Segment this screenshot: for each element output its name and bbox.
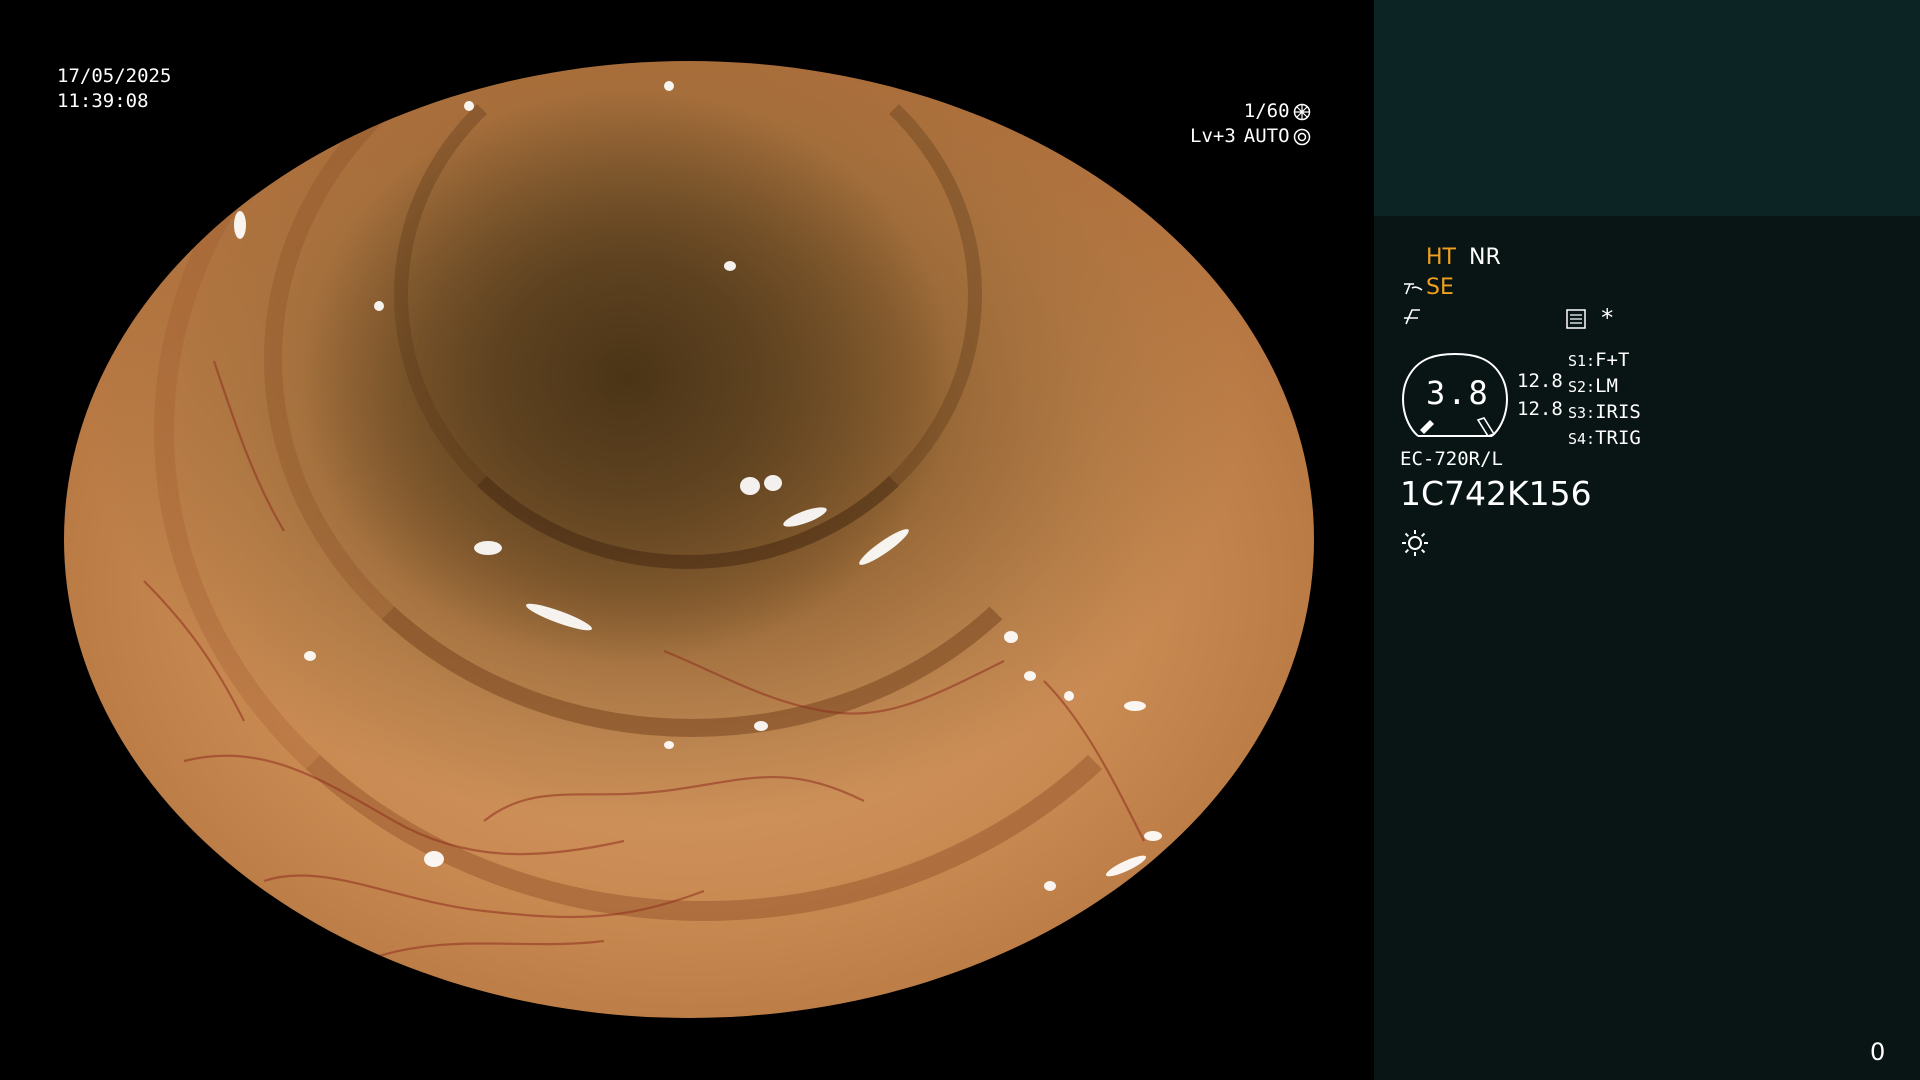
scope-model: EC-720R/L — [1400, 448, 1503, 470]
specular-highlight — [1064, 921, 1078, 931]
iris-icon — [1293, 128, 1310, 145]
specular-highlight — [724, 261, 736, 271]
specular-highlight — [764, 475, 782, 491]
specular-highlight — [1144, 831, 1162, 841]
specular-highlight — [664, 741, 674, 749]
specular-highlight — [1124, 701, 1146, 711]
endoscopic-view — [64, 61, 1314, 1018]
time-text: 11:39:08 — [57, 90, 149, 112]
specular-highlight — [304, 651, 316, 661]
frame-counter: 0 — [1870, 1038, 1886, 1066]
star-label: * — [1600, 304, 1615, 332]
vascular-pattern — [143, 360, 1145, 963]
level-text: Lv+3 — [1190, 125, 1236, 147]
switch-s1: S1:F+T — [1568, 349, 1630, 371]
scope-serial: 1C742K156 — [1400, 474, 1592, 513]
specular-highlight — [374, 301, 384, 311]
date-time-display: 17/05/2025 11:39:08 — [57, 64, 171, 114]
specular-highlight — [1064, 691, 1074, 701]
shutter-icon — [1293, 103, 1310, 120]
specular-highlight — [754, 721, 768, 731]
value-b: 12.8 — [1517, 398, 1563, 420]
specular-highlight — [474, 541, 502, 555]
structure-icon — [1404, 309, 1420, 325]
color-enhance-icon — [1404, 283, 1423, 295]
exposure-display: 1/60 Lv+3 AUTO — [1190, 99, 1311, 149]
light-icon — [1402, 530, 1428, 556]
specular-highlight — [740, 477, 760, 495]
ht-label: HT — [1426, 245, 1456, 270]
specular-highlight — [464, 101, 474, 111]
settings-panel: HT NR SE * 3.8 12.8 12.8 S1:F+T S2:LM S3… — [1374, 216, 1920, 1080]
specular-highlight — [1024, 671, 1036, 681]
se-label: SE — [1426, 275, 1454, 300]
specular-highlight — [664, 81, 674, 91]
value-a: 12.8 — [1517, 370, 1563, 392]
date-text: 17/05/2025 — [57, 65, 172, 87]
switch-assignments: S1:F+T S2:LM S3:IRIS S4:TRIG — [1568, 348, 1641, 452]
memo-icon — [1566, 309, 1586, 329]
switch-s3: S3:IRIS — [1568, 401, 1641, 423]
ht-nr-row: HT NR — [1426, 246, 1501, 270]
switch-s4: S4:TRIG — [1568, 427, 1641, 449]
iris-mode-text: AUTO — [1243, 125, 1290, 147]
switch-s2: S2:LM — [1568, 375, 1618, 397]
zoom-value: 3.8 — [1426, 374, 1490, 412]
specular-highlight — [424, 851, 444, 867]
specular-highlight — [1044, 881, 1056, 891]
endoscopy-image-area: 17/05/2025 11:39:08 1/60 Lv+3 AUTO — [0, 0, 1374, 1080]
specular-highlight — [234, 211, 246, 239]
shutter-speed-text: 1/60 — [1243, 100, 1290, 122]
se-row: SE — [1402, 276, 1454, 300]
specular-highlight — [1004, 631, 1018, 643]
panel-header-area — [1374, 0, 1920, 216]
nr-label: NR — [1468, 245, 1501, 270]
zoom-dial: 3.8 — [1400, 352, 1510, 438]
